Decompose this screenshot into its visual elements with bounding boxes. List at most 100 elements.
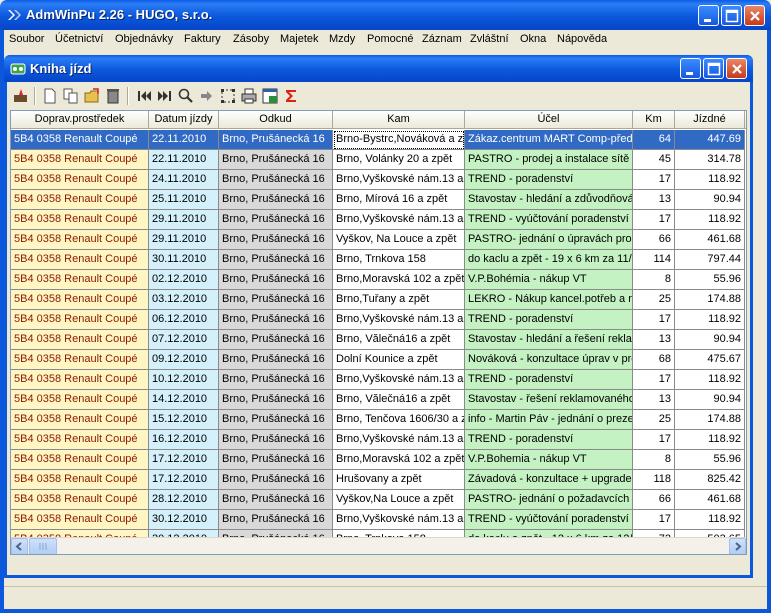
child-titlebar[interactable]: Kniha jízd bbox=[4, 55, 753, 82]
cell-odkud[interactable]: Brno, Prušánecká 16 bbox=[219, 310, 333, 330]
menu-soubor[interactable]: Soubor bbox=[9, 33, 44, 45]
cell-odkud[interactable]: Brno, Prušánecká 16 bbox=[219, 510, 333, 530]
table-row[interactable]: 5B4 0358 Renault Coupé 15.12.2010 Brno, Pr… bbox=[11, 410, 746, 430]
cell-doprav[interactable]: 5B4 0358 Renault Coupé bbox=[11, 130, 149, 150]
table-row[interactable]: 5B4 0358 Renault Coupé 17.12.2010 Brno, Pr… bbox=[11, 470, 746, 490]
cell-odkud[interactable]: Brno, Prušánecká 16 bbox=[219, 470, 333, 490]
cell-datum[interactable]: 22.11.2010 bbox=[149, 130, 219, 150]
cell-kam[interactable]: Brno,Vyškovské nám.13 a zpět bbox=[333, 370, 465, 390]
table-row[interactable]: 5B4 0358 Renault Coupé 29.11.2010 Brno, Pr… bbox=[11, 210, 746, 230]
menu-objednavky[interactable]: Objednávky bbox=[115, 33, 173, 45]
minimize-button[interactable] bbox=[698, 5, 719, 26]
cell-ucel[interactable]: TREND - vyúčtování poradenství bbox=[465, 210, 633, 230]
cell-datum[interactable]: 29.11.2010 bbox=[149, 210, 219, 230]
cell-km[interactable]: 114 bbox=[633, 250, 675, 270]
cell-kam[interactable]: Brno,Moravská 102 a zpět bbox=[333, 270, 465, 290]
cell-doprav[interactable]: 5B4 0358 Renault Coupé bbox=[11, 330, 149, 350]
cell-jizdne[interactable]: 475.67 bbox=[675, 350, 745, 370]
cell-kam[interactable]: Brno,Moravská 102 a zpět bbox=[333, 450, 465, 470]
cell-km[interactable]: 66 bbox=[633, 490, 675, 510]
cell-jizdne[interactable]: 118.92 bbox=[675, 370, 745, 390]
scroll-right-button[interactable] bbox=[729, 538, 746, 554]
cell-datum[interactable]: 17.12.2010 bbox=[149, 470, 219, 490]
cell-datum[interactable]: 03.12.2010 bbox=[149, 290, 219, 310]
export-icon[interactable] bbox=[261, 87, 279, 105]
cell-ucel[interactable]: do kaclu a zpět - 19 x 6 km za 11/2010 bbox=[465, 250, 633, 270]
cell-odkud[interactable]: Brno, Prušánecká 16 bbox=[219, 170, 333, 190]
menu-pomocne[interactable]: Pomocné bbox=[367, 33, 413, 45]
cell-doprav[interactable]: 5B4 0358 Renault Coupé bbox=[11, 410, 149, 430]
cell-kam[interactable]: Brno, Mírová 16 a zpět bbox=[333, 190, 465, 210]
cell-km[interactable]: 25 bbox=[633, 410, 675, 430]
col-header-datum[interactable]: Datum jízdy bbox=[149, 111, 219, 129]
cell-km[interactable]: 13 bbox=[633, 190, 675, 210]
cell-odkud[interactable]: Brno, Prušánecká 16 bbox=[219, 390, 333, 410]
last-icon[interactable] bbox=[156, 87, 174, 105]
cell-odkud[interactable]: Brno, Prušánecká 16 bbox=[219, 370, 333, 390]
cell-doprav[interactable]: 5B4 0358 Renault Coupé bbox=[11, 350, 149, 370]
cell-kam[interactable]: Dolní Kounice a zpět bbox=[333, 350, 465, 370]
cell-km[interactable]: 17 bbox=[633, 310, 675, 330]
new-icon[interactable] bbox=[41, 87, 59, 105]
cell-ucel[interactable]: TREND - poradenství bbox=[465, 430, 633, 450]
cell-kam[interactable]: Brno-Bystrc,Nováková a zpět bbox=[333, 130, 465, 150]
cell-ucel[interactable]: Stavostav - řešení reklamovaného bbox=[465, 390, 633, 410]
col-header-kam[interactable]: Kam bbox=[333, 111, 465, 129]
cell-doprav[interactable]: 5B4 0358 Renault Coupé bbox=[11, 390, 149, 410]
table-row[interactable]: 5B4 0358 Renault Coupé 29.11.2010 Brno, Pr… bbox=[11, 230, 746, 250]
cell-odkud[interactable]: Brno, Prušánecká 16 bbox=[219, 210, 333, 230]
col-header-odkud[interactable]: Odkud bbox=[219, 111, 333, 129]
maximize-button[interactable] bbox=[721, 5, 742, 26]
table-row[interactable]: 5B4 0358 Renault Coupé 22.11.2010 Brno, Pr… bbox=[11, 130, 746, 150]
print-icon[interactable] bbox=[240, 87, 258, 105]
table-row[interactable]: 5B4 0358 Renault Coupé 09.12.2010 Brno, Pr… bbox=[11, 350, 746, 370]
cell-km[interactable]: 45 bbox=[633, 150, 675, 170]
cell-kam[interactable]: Brno,Tuřany a zpět bbox=[333, 290, 465, 310]
cell-odkud[interactable]: Brno, Prušánecká 16 bbox=[219, 330, 333, 350]
cell-km[interactable]: 8 bbox=[633, 270, 675, 290]
cell-odkud[interactable]: Brno, Prušánecká 16 bbox=[219, 490, 333, 510]
cell-doprav[interactable]: 5B4 0358 Renault Coupé bbox=[11, 490, 149, 510]
table-row[interactable]: 5B4 0358 Renault Coupé 16.12.2010 Brno, Pr… bbox=[11, 430, 746, 450]
cell-ucel[interactable]: Zákaz.centrum MART Comp-předprodejní bbox=[465, 130, 633, 150]
cell-jizdne[interactable]: 118.92 bbox=[675, 210, 745, 230]
table-row[interactable]: 5B4 0358 Renault Coupé 10.12.2010 Brno, Pr… bbox=[11, 370, 746, 390]
cell-jizdne[interactable]: 461.68 bbox=[675, 490, 745, 510]
menu-majetek[interactable]: Majetek bbox=[280, 33, 319, 45]
cell-km[interactable]: 64 bbox=[633, 130, 675, 150]
cell-doprav[interactable]: 5B4 0358 Renault Coupé bbox=[11, 510, 149, 530]
cell-datum[interactable]: 16.12.2010 bbox=[149, 430, 219, 450]
scroll-thumb[interactable] bbox=[29, 538, 57, 554]
table-row[interactable]: 5B4 0358 Renault Coupé 28.12.2010 Brno, Pr… bbox=[11, 490, 746, 510]
first-icon[interactable] bbox=[135, 87, 153, 105]
cell-datum[interactable]: 06.12.2010 bbox=[149, 310, 219, 330]
cell-datum[interactable]: 28.12.2010 bbox=[149, 490, 219, 510]
cell-datum[interactable]: 10.12.2010 bbox=[149, 370, 219, 390]
cell-km[interactable]: 13 bbox=[633, 330, 675, 350]
table-row[interactable]: 5B4 0358 Renault Coupé 25.11.2010 Brno, Pr… bbox=[11, 190, 746, 210]
cell-km[interactable]: 17 bbox=[633, 430, 675, 450]
cell-kam[interactable]: Brno,Vyškovské nám.13 a zpět bbox=[333, 430, 465, 450]
cell-datum[interactable]: 24.11.2010 bbox=[149, 170, 219, 190]
cell-doprav[interactable]: 5B4 0358 Renault Coupé bbox=[11, 230, 149, 250]
cell-km[interactable]: 13 bbox=[633, 390, 675, 410]
menu-ucetnictvi[interactable]: Účetnictví bbox=[55, 33, 103, 45]
table-row[interactable]: 5B4 0358 Renault Coupé 02.12.2010 Brno, Pr… bbox=[11, 270, 746, 290]
cell-ucel[interactable]: PASTRO- jednání o úpravách programu bbox=[465, 230, 633, 250]
child-maximize-button[interactable] bbox=[703, 58, 724, 79]
cell-doprav[interactable]: 5B4 0358 Renault Coupé bbox=[11, 150, 149, 170]
cell-jizdne[interactable]: 118.92 bbox=[675, 430, 745, 450]
cell-jizdne[interactable]: 90.94 bbox=[675, 190, 745, 210]
cell-jizdne[interactable]: 461.68 bbox=[675, 230, 745, 250]
cell-ucel[interactable]: TREND - vyúčtování poradenství bbox=[465, 510, 633, 530]
cell-odkud[interactable]: Brno, Prušánecká 16 bbox=[219, 410, 333, 430]
cell-ucel[interactable]: Nováková - konzultace úprav v programu bbox=[465, 350, 633, 370]
cell-doprav[interactable]: 5B4 0358 Renault Coupé bbox=[11, 210, 149, 230]
cell-kam[interactable]: Brno, Vălečná16 a zpět bbox=[333, 390, 465, 410]
child-close-button[interactable] bbox=[726, 58, 747, 79]
cell-kam[interactable]: Vyškov, Na Louce a zpět bbox=[333, 230, 465, 250]
cell-datum[interactable]: 22.11.2010 bbox=[149, 150, 219, 170]
cell-jizdne[interactable]: 174.88 bbox=[675, 290, 745, 310]
table-row[interactable]: 5B4 0358 Renault Coupé30.12.2010Brno, Pr… bbox=[11, 510, 746, 530]
find-icon[interactable] bbox=[177, 87, 195, 105]
